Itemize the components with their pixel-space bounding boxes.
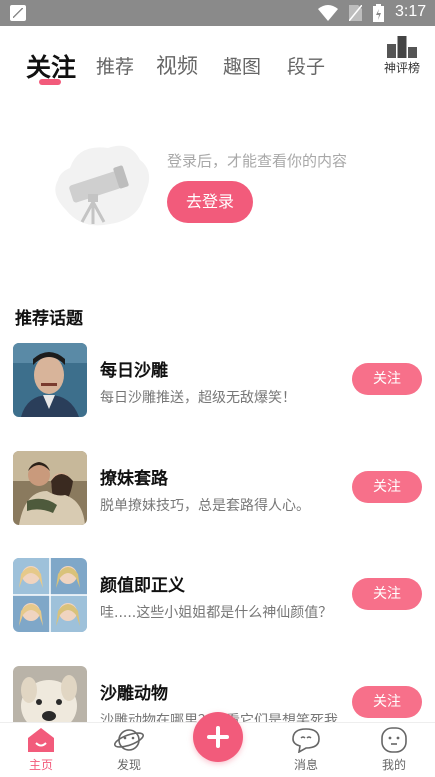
nav-home-label: 主页 [28,758,53,772]
follow-button[interactable]: 关注 [352,686,422,718]
top-nav: 关注 推荐 视频 趣图 段子 神评榜 [0,26,435,90]
add-post-button[interactable] [193,712,243,762]
nav-messages[interactable]: 消息 [276,727,336,773]
topic-description: 脱单撩妹技巧，总是套路得人心。 [100,498,310,514]
nav-messages-label: 消息 [293,758,318,772]
message-icon [292,728,320,753]
topic-thumbnail [13,451,87,525]
login-button[interactable]: 去登录 [167,181,253,223]
follow-button[interactable]: 关注 [352,578,422,610]
clock: 3:17 [395,3,427,20]
tab-jokes[interactable]: 段子 [287,52,325,79]
nav-profile[interactable]: 我的 [364,727,424,773]
wifi-icon [318,5,338,21]
active-tab-indicator [39,79,61,85]
battery-icon [373,4,384,22]
rank-label: 神评榜 [383,61,420,75]
login-hint: 登录后，才能查看你的内容 [167,152,348,170]
tab-funny-pics[interactable]: 趣图 [223,52,261,79]
planet-icon [114,729,144,751]
sim-icon [349,5,362,21]
nav-home[interactable]: 主页 [11,727,71,773]
topic-title: 沙雕动物 [100,684,168,704]
telescope-icon [55,145,150,226]
home-icon [28,728,54,752]
topic-description: 哇.....这些小姐姐都是什么神仙颜值？ [100,605,333,621]
nav-profile-label: 我的 [381,758,406,772]
topic-thumbnail [13,343,87,417]
topic-item[interactable]: 颜值即正义 哇.....这些小姐姐都是什么神仙颜值？ 关注 [0,558,435,642]
tab-recommend[interactable]: 推荐 [96,52,134,79]
nav-discover-label: 发现 [116,758,141,772]
status-bar: 3:17 [0,0,435,26]
topic-title: 每日沙雕 [100,361,168,381]
nav-discover[interactable]: 发现 [99,727,159,773]
tab-video[interactable]: 视频 [156,50,198,80]
notification-icon [10,5,26,21]
topic-title: 颜值即正义 [100,576,185,596]
topic-item[interactable]: 撩妹套路 脱单撩妹技巧，总是套路得人心。 关注 [0,451,435,535]
topic-description: 每日沙雕推送，超级无敌爆笑！ [100,390,296,406]
rank-button[interactable]: 神评榜 [380,36,424,76]
topic-title: 撩妹套路 [100,469,168,489]
topic-thumbnail [13,558,87,632]
follow-button[interactable]: 关注 [352,363,422,395]
topic-item[interactable]: 每日沙雕 每日沙雕推送，超级无敌爆笑！ 关注 [0,343,435,427]
section-title: 推荐话题 [15,309,83,329]
follow-button[interactable]: 关注 [352,471,422,503]
podium-icon [387,36,417,58]
profile-icon [381,727,407,753]
